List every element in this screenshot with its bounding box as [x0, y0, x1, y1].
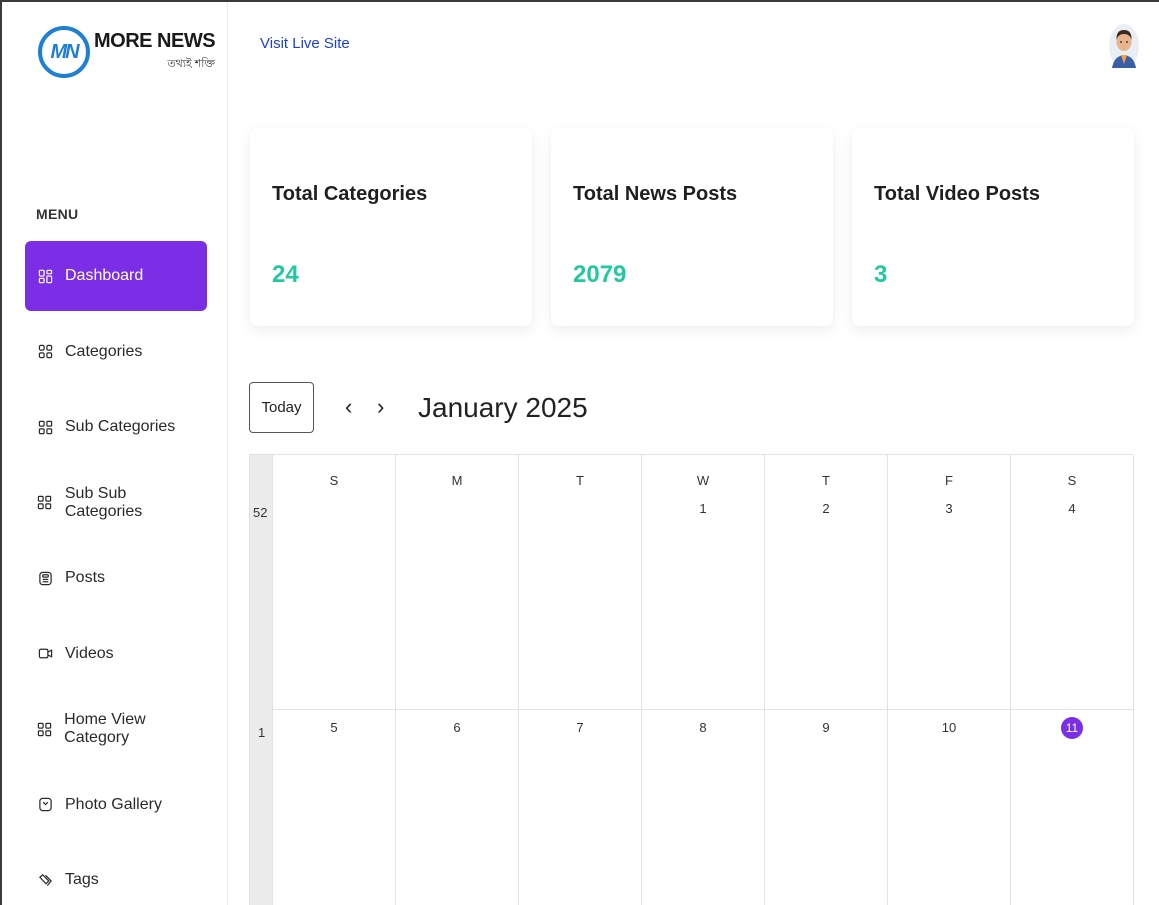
sidebar-item-sub-categories[interactable]: Sub Categories	[25, 392, 207, 462]
stat-card-value: 24	[272, 261, 299, 288]
grid-icon	[37, 495, 53, 511]
calendar-day[interactable]: 10	[937, 720, 961, 735]
chevron-right-icon[interactable]: ›	[377, 395, 384, 419]
sidebar-item-label: Dashboard	[65, 267, 144, 284]
sidebar-item-label: Tags	[65, 871, 99, 888]
calendar-day[interactable]: 5	[322, 720, 346, 735]
calendar-grid: S M T W T F S 52 1 2 3 4 1 5 6 7 8 9 10 …	[249, 454, 1134, 905]
calendar-day[interactable]: 3	[937, 501, 961, 516]
sidebar-item-posts[interactable]: Posts	[25, 543, 207, 613]
calendar-day-today[interactable]: 11	[1061, 717, 1083, 739]
sidebar-item-label: Home View Category	[64, 711, 146, 746]
sidebar-item-label: Categories	[65, 342, 143, 360]
grid-line	[518, 455, 519, 905]
calendar-day[interactable]: 6	[445, 720, 469, 735]
stat-card-title: Total Video Posts	[874, 183, 1040, 205]
gallery-icon	[37, 797, 53, 813]
stat-card-total-categories: Total Categories 24	[250, 128, 532, 326]
week-number: 52	[253, 505, 268, 520]
grid-line	[641, 455, 642, 905]
dashboard-icon	[37, 268, 53, 284]
sidebar-item-videos[interactable]: Videos	[25, 619, 207, 689]
calendar-day[interactable]: 7	[568, 720, 592, 735]
visit-live-site-link[interactable]: Visit Live Site	[260, 35, 350, 52]
brand-logo[interactable]: MN MORE NEWS তথ্যই শক্তি	[38, 26, 216, 78]
tag-icon	[37, 872, 53, 888]
grid-icon	[37, 721, 52, 737]
grid-line	[272, 709, 1134, 710]
weekday-header: T	[822, 473, 830, 488]
menu-label: MENU	[36, 206, 79, 222]
sidebar-item-label: Sub Categories	[65, 418, 176, 435]
week-number: 1	[258, 725, 266, 740]
sidebar-item-tags[interactable]: Tags	[25, 845, 207, 905]
sidebar-item-label: Sub Sub Categories	[64, 484, 143, 520]
calendar-day[interactable]: 8	[691, 720, 715, 735]
grid-icon	[37, 344, 53, 360]
weekday-header: M	[451, 473, 463, 488]
calendar-day[interactable]: 4	[1060, 501, 1084, 516]
sidebar-item-categories[interactable]: Categories	[25, 317, 207, 387]
stat-card-title: Total Categories	[272, 183, 428, 205]
today-button[interactable]: Today	[249, 382, 314, 433]
sidebar-nav: Dashboard Categories Sub Categories Sub …	[25, 241, 207, 905]
stat-card-total-news-posts: Total News Posts 2079	[551, 128, 833, 326]
weekday-header: S	[1067, 473, 1077, 488]
grid-line	[1133, 455, 1134, 905]
weekday-header: S	[329, 473, 339, 488]
post-icon	[37, 570, 53, 586]
chevron-left-icon[interactable]: ‹	[345, 395, 352, 419]
grid-line	[887, 455, 888, 905]
stat-card-value: 2079	[573, 261, 627, 288]
weekday-header: W	[696, 473, 710, 488]
sidebar-item-home-view-category[interactable]: Home View Category	[25, 694, 207, 764]
stat-card-value: 3	[874, 261, 888, 288]
calendar-day[interactable]: 1	[691, 501, 715, 516]
sidebar-item-label: Photo Gallery	[65, 795, 162, 813]
grid-line	[764, 455, 765, 905]
logo-tagline: তথ্যই শক্তি	[167, 58, 216, 70]
logo-mark-text: MN	[50, 40, 79, 63]
weekday-header: F	[945, 473, 953, 488]
video-icon	[37, 646, 53, 662]
week-number-column	[250, 455, 272, 905]
user-avatar-icon[interactable]	[1108, 20, 1140, 70]
sidebar-item-dashboard[interactable]: Dashboard	[25, 241, 207, 311]
grid-line	[272, 455, 273, 905]
stat-card-title: Total News Posts	[573, 183, 738, 205]
grid-icon	[37, 419, 53, 435]
sidebar-item-photo-gallery[interactable]: Photo Gallery	[25, 770, 207, 840]
logo-mark-icon: MN	[38, 26, 90, 78]
logo-text: MORE NEWS তথ্যই শক্তি	[94, 30, 216, 74]
sidebar-item-sub-sub-categories[interactable]: Sub Sub Categories	[25, 468, 207, 538]
weekday-header: T	[576, 473, 584, 488]
grid-line	[395, 455, 396, 905]
sidebar-item-label: Videos	[65, 644, 114, 662]
calendar-month-title: January 2025	[418, 392, 588, 423]
sidebar-item-label: Posts	[65, 569, 106, 586]
logo-title: MORE NEWS	[94, 30, 216, 52]
sidebar: MN MORE NEWS তথ্যই শক্তি MENU Dashboard …	[2, 2, 228, 905]
grid-line	[1010, 455, 1011, 905]
stat-card-total-video-posts: Total Video Posts 3	[852, 128, 1134, 326]
calendar-day[interactable]: 2	[814, 501, 838, 516]
calendar-day[interactable]: 9	[814, 720, 838, 735]
